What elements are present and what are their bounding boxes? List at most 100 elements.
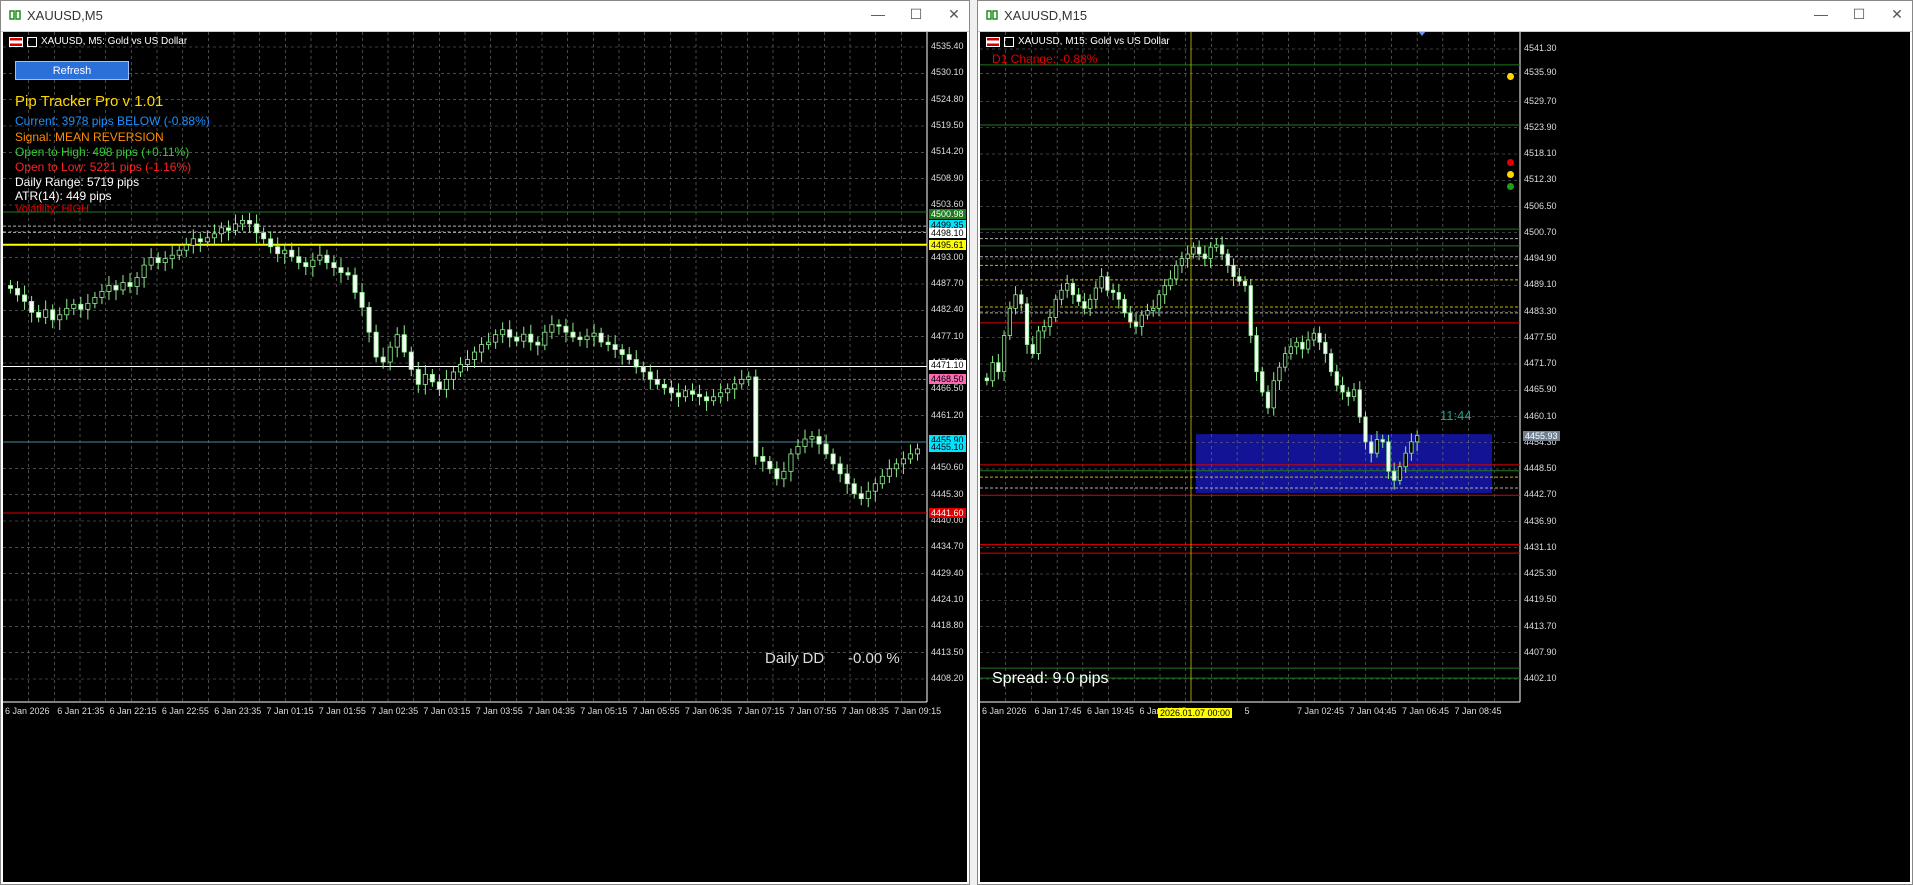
time-tick-label: 7 Jan 06:35: [684, 706, 732, 716]
candle: [29, 295, 35, 323]
left-chart-header: XAUUSD, M5: Gold vs US Dollar: [9, 36, 187, 47]
candle: [197, 233, 203, 252]
candle: [218, 222, 224, 243]
price-tick-label: 4445.30: [931, 488, 964, 499]
candle: [781, 461, 787, 488]
candle: [753, 369, 759, 465]
candle: [1099, 268, 1104, 293]
price-tick-label: 4530.10: [931, 67, 964, 78]
price-tick-label: 4494.90: [1524, 253, 1557, 263]
left-titlebar[interactable]: XAUUSD,M5 — ☐ ✕: [1, 1, 969, 32]
price-tick-label: 4461.20: [931, 409, 964, 420]
price-tag: 4441.60: [929, 508, 966, 519]
price-tick-label: 4442.70: [1524, 489, 1557, 500]
candle: [521, 326, 527, 348]
candle: [823, 434, 829, 459]
price-tick-label: 4506.50: [1524, 200, 1557, 211]
candle: [422, 364, 428, 395]
close-button[interactable]: ✕: [945, 6, 963, 23]
candle: [106, 276, 112, 300]
price-tag: 4455.10: [929, 441, 966, 452]
shift-marker-icon[interactable]: [1418, 32, 1426, 36]
time-tick-label: 7 Jan 07:55: [789, 706, 837, 716]
candle: [71, 298, 77, 316]
maximize-button[interactable]: ☐: [1850, 6, 1868, 23]
minimize-button[interactable]: —: [869, 6, 887, 23]
crosshair-date: 2026.01.07 00:00: [1158, 708, 1233, 718]
signal-text: Signal: MEAN REVERSION: [15, 130, 164, 144]
time-tick-label: 7 Jan 09:15: [894, 706, 942, 716]
candle: [990, 355, 995, 387]
candle: [85, 293, 91, 320]
candle: [542, 324, 548, 351]
candle: [225, 220, 231, 241]
candle: [996, 354, 1001, 380]
price-tick-label: 4429.40: [931, 567, 964, 578]
candle: [528, 324, 534, 351]
candle: [275, 237, 281, 263]
refresh-button[interactable]: Refresh: [15, 61, 129, 80]
candle: [900, 451, 906, 475]
price-tick-label: 4424.10: [931, 594, 964, 604]
candle: [851, 478, 857, 499]
candle: [303, 257, 309, 276]
open-to-high: Open to High: 498 pips (+0.11%): [15, 145, 190, 159]
candle: [500, 322, 506, 344]
candle: [507, 320, 513, 348]
candle: [486, 332, 492, 350]
time-tick-label: 6 Jan 19:45: [1087, 706, 1135, 716]
candle: [837, 456, 843, 483]
candle: [556, 319, 562, 335]
candle: [78, 296, 84, 318]
price-tag: 4498.10: [929, 228, 966, 239]
candle: [598, 327, 604, 348]
time-tick-label: 5: [1244, 706, 1250, 716]
right-chart-window: XAUUSD,M15 — ☐ ✕ XAUUSD, M15: Gold vs US…: [977, 0, 1913, 885]
candle: [472, 346, 478, 368]
price-tick-label: 4450.60: [931, 462, 964, 473]
candle: [1300, 335, 1305, 359]
candle: [1357, 381, 1362, 424]
right-chart-area[interactable]: XAUUSD, M15: Gold vs US Dollar D1 Change…: [980, 32, 1910, 882]
candle: [697, 384, 703, 406]
candle: [1294, 337, 1299, 355]
candle: [535, 336, 541, 356]
candle: [1340, 376, 1345, 400]
candle: [1283, 346, 1288, 372]
price-tag: 4468.50: [929, 374, 966, 385]
candle: [247, 212, 253, 233]
candle: [134, 272, 140, 295]
chart-type-icon: [1004, 36, 1014, 47]
candle: [1328, 348, 1334, 377]
price-tick-label: 4402.10: [1524, 673, 1557, 683]
candle: [802, 429, 808, 454]
time-tick-label: 7 Jan 06:45: [1402, 706, 1450, 716]
candle: [1323, 333, 1328, 363]
candle: [1185, 245, 1190, 268]
candle: [514, 331, 520, 347]
candle: [443, 369, 449, 398]
spread-text: Spread: 9.0 pips: [992, 670, 1109, 687]
candle: [1168, 270, 1173, 291]
candle: [1116, 283, 1121, 309]
minimize-button[interactable]: —: [1812, 6, 1830, 23]
candle: [8, 280, 14, 294]
candle: [450, 366, 456, 390]
price-tick-label: 4541.30: [1524, 43, 1557, 53]
candle: [704, 391, 710, 411]
maximize-button[interactable]: ☐: [907, 6, 925, 23]
close-button[interactable]: ✕: [1888, 6, 1906, 23]
candle: [1288, 338, 1294, 360]
time-tick-label: 6 Jan 21:35: [57, 706, 105, 716]
time-tick-label: 7 Jan 01:55: [318, 706, 366, 716]
candle: [261, 227, 267, 244]
candle: [148, 248, 154, 271]
chart-type-icon: [27, 36, 37, 47]
right-titlebar[interactable]: XAUUSD,M15 — ☐ ✕: [978, 1, 1912, 32]
price-tick-label: 4466.50: [931, 383, 964, 394]
candle: [1122, 294, 1127, 318]
left-chart-area[interactable]: XAUUSD, M5: Gold vs US Dollar Refresh Pi…: [3, 32, 967, 882]
price-tag: 4495.61: [929, 239, 966, 250]
candle: [282, 244, 288, 264]
candle: [1271, 372, 1276, 416]
